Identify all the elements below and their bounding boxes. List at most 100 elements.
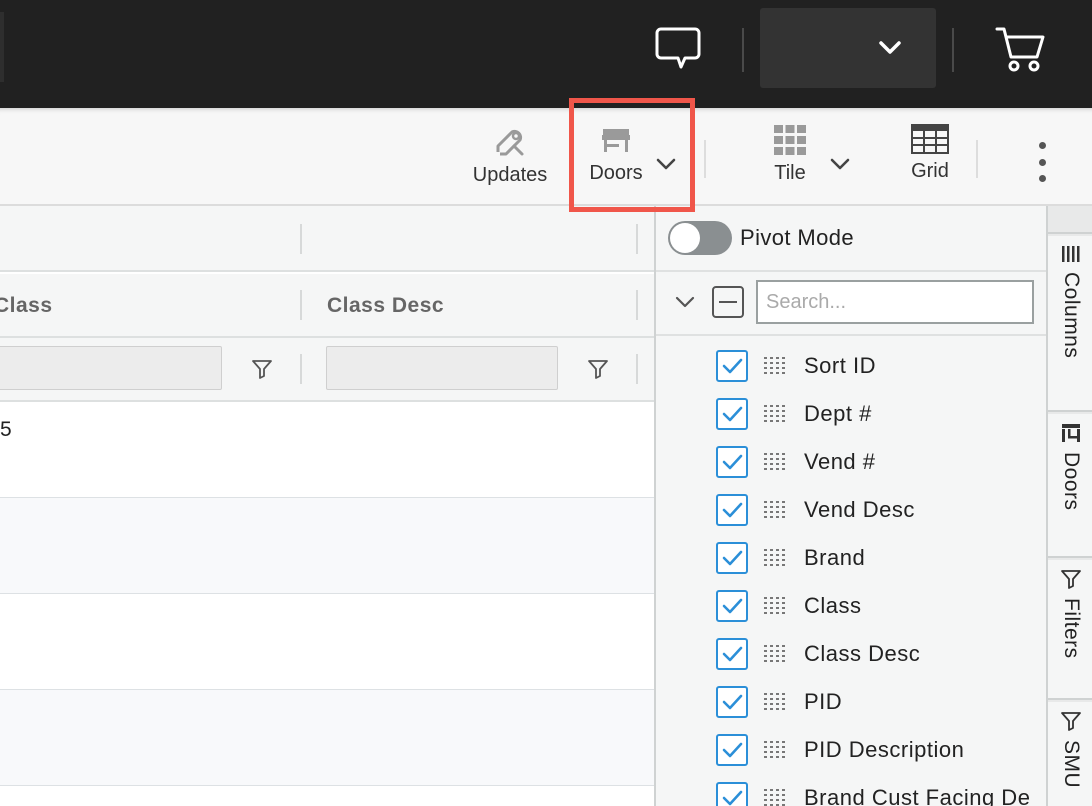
column-header-class-desc[interactable]: Class Desc <box>327 294 444 318</box>
tab-filters[interactable]: Filters <box>1048 560 1092 700</box>
drag-dot <box>770 645 773 647</box>
drag-dot <box>776 362 779 364</box>
tile-dropdown-toggle[interactable] <box>828 154 852 174</box>
drag-handle-icon[interactable] <box>764 645 786 663</box>
drag-dot <box>770 655 773 657</box>
drag-dot <box>782 693 785 695</box>
column-separator[interactable] <box>636 224 638 254</box>
column-visibility-checkbox[interactable] <box>716 638 748 670</box>
doors-button[interactable]: Doors <box>578 124 654 194</box>
column-resize-handle[interactable] <box>300 290 302 320</box>
drag-handle-icon[interactable] <box>764 789 786 806</box>
drag-handle-icon[interactable] <box>764 597 786 615</box>
drag-dot <box>770 405 773 407</box>
drag-dot <box>782 559 785 561</box>
drag-handle-icon[interactable] <box>764 549 786 567</box>
class-filter-button[interactable] <box>249 356 275 382</box>
toolbar-separator <box>976 140 978 178</box>
column-resize-handle[interactable] <box>636 290 638 320</box>
column-visibility-checkbox[interactable] <box>716 734 748 766</box>
drag-dot <box>770 463 773 465</box>
column-visibility-checkbox[interactable] <box>716 542 748 574</box>
tab-columns[interactable]: Columns <box>1048 236 1092 412</box>
column-list-item[interactable]: Vend Desc <box>716 490 915 530</box>
table-row[interactable] <box>0 594 654 690</box>
tile-view-button[interactable]: Tile <box>756 124 824 194</box>
table-row[interactable] <box>0 498 654 594</box>
drag-dot <box>770 458 773 460</box>
header-separator <box>952 28 954 72</box>
column-visibility-checkbox[interactable] <box>716 686 748 718</box>
column-list-item[interactable]: PID <box>716 682 842 722</box>
column-visibility-checkbox[interactable] <box>716 350 748 382</box>
expand-collapse-all-button[interactable] <box>672 290 698 314</box>
drag-dot <box>764 405 767 407</box>
column-list-item[interactable]: Brand Cust Facing De <box>716 778 1030 806</box>
tab-smu[interactable]: SMU <box>1048 702 1092 806</box>
column-list-item[interactable]: Vend # <box>716 442 876 482</box>
drag-dot <box>776 468 779 470</box>
drag-dot <box>764 564 767 566</box>
drag-handle-icon[interactable] <box>764 405 786 423</box>
tab-doors[interactable]: Doors <box>1048 414 1092 558</box>
column-list-item-label: Brand Cust Facing De <box>804 785 1031 806</box>
chat-button[interactable] <box>652 24 704 72</box>
drag-dot <box>782 703 785 705</box>
select-all-columns-checkbox[interactable] <box>712 286 744 318</box>
updates-button[interactable]: Updates <box>468 124 552 194</box>
column-list-item[interactable]: Brand <box>716 538 865 578</box>
drag-dot <box>764 756 767 758</box>
updates-label: Updates <box>472 164 548 186</box>
column-visibility-checkbox[interactable] <box>716 398 748 430</box>
column-list-item[interactable]: Class <box>716 586 862 626</box>
cart-button[interactable] <box>990 22 1050 76</box>
drag-dot <box>782 650 785 652</box>
column-list-item[interactable]: Dept # <box>716 394 872 434</box>
drag-dot <box>776 602 779 604</box>
drag-dot <box>776 794 779 796</box>
account-dropdown[interactable] <box>760 8 936 88</box>
drag-handle-icon[interactable] <box>764 357 786 375</box>
checkmark-icon <box>722 550 743 566</box>
table-row[interactable] <box>0 690 654 786</box>
column-visibility-checkbox[interactable] <box>716 590 748 622</box>
pivot-mode-toggle[interactable] <box>668 221 732 255</box>
kebab-dot <box>1038 158 1046 166</box>
filter-icon <box>1061 712 1081 731</box>
column-visibility-checkbox[interactable] <box>716 494 748 526</box>
column-search-input[interactable] <box>756 280 1034 324</box>
drag-dot <box>782 468 785 470</box>
drag-dot <box>770 372 773 374</box>
column-list-item[interactable]: Sort ID <box>716 346 876 386</box>
column-group-header-row <box>0 206 654 272</box>
column-separator[interactable] <box>300 224 302 254</box>
column-header-class[interactable]: Class <box>0 294 53 318</box>
drag-dot <box>770 420 773 422</box>
drag-handle-icon[interactable] <box>764 741 786 759</box>
table-cell-class: 5 <box>0 418 12 441</box>
drag-dot <box>770 453 773 455</box>
class-desc-filter-input[interactable] <box>326 346 558 390</box>
indeterminate-dash-icon <box>719 301 737 303</box>
column-list-item[interactable]: PID Description <box>716 730 964 770</box>
drag-dot <box>764 612 767 614</box>
column-visibility-checkbox[interactable] <box>716 446 748 478</box>
drag-handle-icon[interactable] <box>764 501 786 519</box>
drag-dot <box>770 650 773 652</box>
drag-dot <box>770 703 773 705</box>
class-desc-filter-button[interactable] <box>585 356 611 382</box>
column-list-item[interactable]: Class Desc <box>716 634 920 674</box>
doors-dropdown-toggle[interactable] <box>654 154 678 174</box>
drag-handle-icon[interactable] <box>764 453 786 471</box>
grid-view-button[interactable]: Grid <box>896 124 964 194</box>
drag-handle-icon[interactable] <box>764 693 786 711</box>
drag-dot <box>782 506 785 508</box>
drag-dot <box>782 660 785 662</box>
chevron-down-icon <box>879 41 901 54</box>
class-filter-input[interactable] <box>0 346 222 390</box>
drag-dot <box>782 362 785 364</box>
drag-dot <box>776 607 779 609</box>
table-row[interactable]: 5 <box>0 402 654 498</box>
column-visibility-checkbox[interactable] <box>716 782 748 806</box>
more-options-button[interactable] <box>1030 142 1054 182</box>
